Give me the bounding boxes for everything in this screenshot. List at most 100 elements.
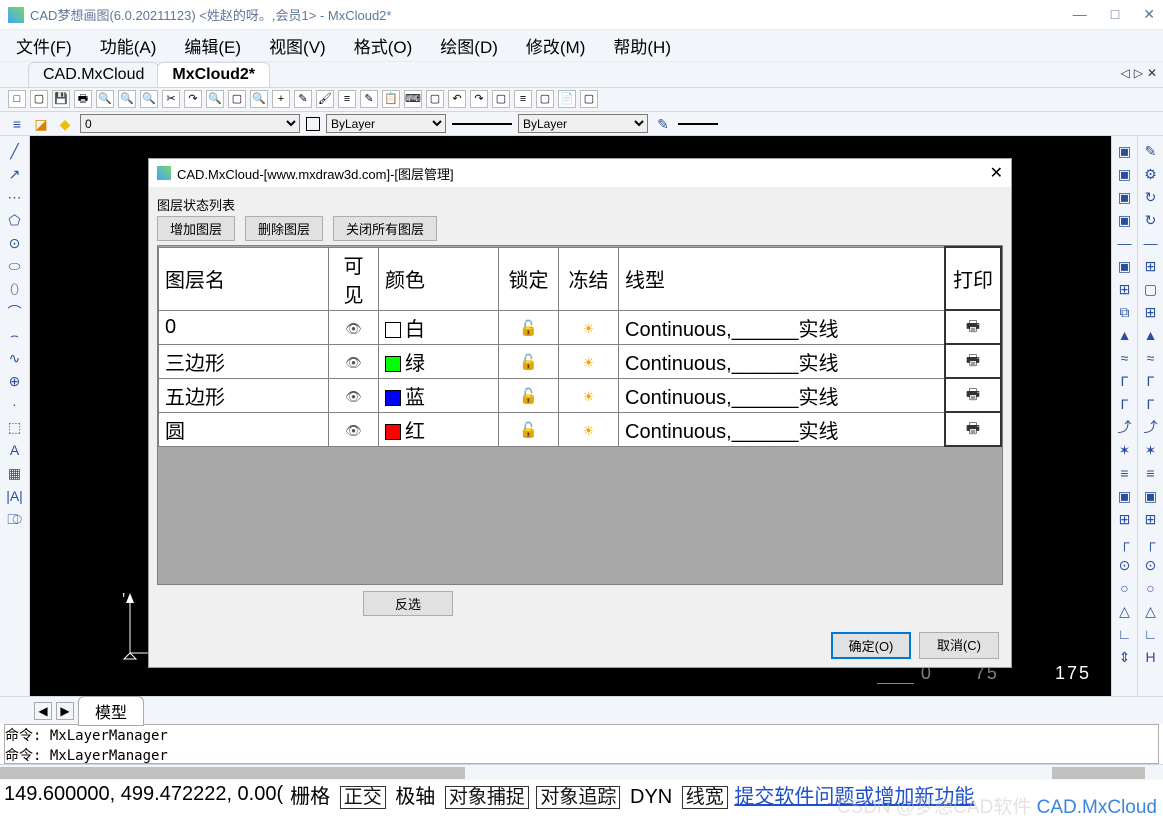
modify-tool-b-15[interactable]: ▣ [1142, 487, 1160, 505]
modify-tool-b-2[interactable]: ↻ [1142, 188, 1160, 206]
layer-row-0[interactable]: 0白Continuous,______实线 [159, 310, 1002, 344]
modify-tool-b-19[interactable]: ○ [1142, 579, 1160, 597]
layout-prev-button[interactable]: ◀ [34, 702, 52, 720]
toolbar-icon-9[interactable]: 🔍 [206, 90, 224, 108]
modify-tool-a-9[interactable]: ≈ [1116, 349, 1134, 367]
layout-tab-model[interactable]: 模型 [78, 696, 144, 726]
modify-tool-a-0[interactable]: ▣ [1116, 142, 1134, 160]
window-close-button[interactable]: ✕ [1143, 6, 1155, 23]
toolbar-icon-19[interactable]: ▢ [426, 90, 444, 108]
draw-tool-2[interactable]: ⋯ [6, 188, 24, 206]
modify-tool-a-17[interactable]: ┌ [1116, 533, 1134, 551]
modify-tool-a-3[interactable]: ▣ [1116, 211, 1134, 229]
draw-tool-15[interactable]: |A| [6, 487, 24, 505]
dialog-close-button[interactable]: ✕ [990, 163, 1003, 183]
cell-linetype[interactable]: Continuous,______实线 [619, 310, 946, 344]
modify-tool-b-11[interactable]: Γ [1142, 395, 1160, 413]
cell-freeze[interactable] [559, 310, 619, 344]
modify-tool-a-7[interactable]: ⧉ [1116, 303, 1134, 321]
toolbar-icon-16[interactable]: ✎ [360, 90, 378, 108]
cell-color[interactable]: 红 [379, 412, 499, 446]
draw-tool-0[interactable]: ╱ [6, 142, 24, 160]
toolbar-icon-20[interactable]: ↶ [448, 90, 466, 108]
col-linetype[interactable]: 线型 [619, 247, 946, 310]
toolbar-icon-13[interactable]: ✎ [294, 90, 312, 108]
draw-tool-14[interactable]: ▦ [6, 464, 24, 482]
modify-tool-a-10[interactable]: Γ [1116, 372, 1134, 390]
toolbar-icon-10[interactable]: ▢ [228, 90, 246, 108]
modify-tool-b-21[interactable]: ∟ [1142, 625, 1160, 643]
cell-name[interactable]: 0 [159, 310, 329, 344]
linetype-select[interactable]: ByLayer [518, 114, 648, 133]
cell-freeze[interactable] [559, 378, 619, 412]
modify-tool-b-10[interactable]: Γ [1142, 372, 1160, 390]
layer-grid[interactable]: 图层名 可见 颜色 锁定 冻结 线型 打印 0白Continuous,_____… [157, 245, 1003, 585]
draw-tool-11[interactable]: · [6, 395, 24, 413]
col-color[interactable]: 颜色 [379, 247, 499, 310]
modify-tool-b-4[interactable]: — [1142, 234, 1160, 252]
cell-name[interactable]: 三边形 [159, 344, 329, 378]
cell-lock[interactable] [499, 412, 559, 446]
cell-linetype[interactable]: Continuous,______实线 [619, 378, 946, 412]
dialog-titlebar[interactable]: CAD.MxCloud-[www.mxdraw3d.com]-[图层管理] ✕ [149, 159, 1011, 187]
draw-tool-8[interactable]: ⌢ [6, 326, 24, 344]
cell-name[interactable]: 圆 [159, 412, 329, 446]
menu-item-6[interactable]: 修改(M) [526, 33, 585, 58]
window-min-button[interactable]: — [1073, 6, 1087, 23]
modify-tool-a-8[interactable]: ▲ [1116, 326, 1134, 344]
ok-button[interactable]: 确定(O) [831, 632, 911, 659]
modify-tool-b-18[interactable]: ⊙ [1142, 556, 1160, 574]
toolbar-icon-0[interactable]: □ [8, 90, 26, 108]
menu-item-3[interactable]: 视图(V) [269, 33, 326, 58]
menu-item-4[interactable]: 格式(O) [354, 33, 413, 58]
toolbar-icon-5[interactable]: 🔍 [118, 90, 136, 108]
add-layer-button[interactable]: 增加图层 [157, 216, 235, 241]
modify-tool-b-7[interactable]: ⊞ [1142, 303, 1160, 321]
modify-tool-a-6[interactable]: ⊞ [1116, 280, 1134, 298]
status-toggle-极轴[interactable]: 极轴 [392, 786, 438, 808]
status-toggle-栅格[interactable]: 栅格 [287, 786, 333, 808]
status-toggle-正交[interactable]: 正交 [340, 786, 386, 809]
cell-lock[interactable] [499, 378, 559, 412]
cell-print[interactable] [945, 310, 1001, 344]
modify-tool-a-15[interactable]: ▣ [1116, 487, 1134, 505]
modify-tool-b-22[interactable]: H [1142, 648, 1160, 666]
menu-item-5[interactable]: 绘图(D) [440, 33, 498, 58]
modify-tool-a-2[interactable]: ▣ [1116, 188, 1134, 206]
col-visible[interactable]: 可见 [329, 247, 379, 310]
tab-nav-2[interactable]: ✕ [1147, 66, 1157, 80]
menu-item-1[interactable]: 功能(A) [100, 33, 157, 58]
toolbar-icon-12[interactable]: + [272, 90, 290, 108]
modify-tool-a-22[interactable]: ⇕ [1116, 648, 1134, 666]
layer-row-3[interactable]: 圆红Continuous,______实线 [159, 412, 1002, 446]
cell-print[interactable] [945, 344, 1001, 378]
cell-name[interactable]: 五边形 [159, 378, 329, 412]
modify-tool-a-14[interactable]: ≡ [1116, 464, 1134, 482]
window-max-button[interactable]: □ [1111, 6, 1119, 23]
menu-item-2[interactable]: 编辑(E) [184, 33, 241, 58]
color-select[interactable]: ByLayer [326, 114, 446, 133]
modify-tool-a-21[interactable]: ∟ [1116, 625, 1134, 643]
modify-tool-b-6[interactable]: ▢ [1142, 280, 1160, 298]
modify-tool-a-5[interactable]: ▣ [1116, 257, 1134, 275]
modify-tool-a-11[interactable]: Γ [1116, 395, 1134, 413]
brush-icon[interactable]: ✎ [654, 115, 672, 133]
cell-print[interactable] [945, 412, 1001, 446]
draw-tool-16[interactable]: ⎄ [6, 510, 24, 528]
modify-tool-a-12[interactable]: ⤴ [1116, 418, 1134, 436]
toolbar-icon-8[interactable]: ↷ [184, 90, 202, 108]
cell-freeze[interactable] [559, 412, 619, 446]
draw-tool-6[interactable]: ⬯ [6, 280, 24, 298]
menu-item-7[interactable]: 帮助(H) [613, 33, 671, 58]
layout-next-button[interactable]: ▶ [56, 702, 74, 720]
toolbar-icon-17[interactable]: 📋 [382, 90, 400, 108]
doc-tab-0[interactable]: CAD.MxCloud [28, 62, 159, 87]
draw-tool-13[interactable]: A [6, 441, 24, 459]
modify-tool-b-0[interactable]: ✎ [1142, 142, 1160, 160]
modify-tool-a-20[interactable]: △ [1116, 602, 1134, 620]
command-window[interactable]: 命令: MxLayerManager命令: MxLayerManager [4, 724, 1159, 764]
draw-tool-9[interactable]: ∿ [6, 349, 24, 367]
col-name[interactable]: 图层名 [159, 247, 329, 310]
modify-tool-a-13[interactable]: ✶ [1116, 441, 1134, 459]
modify-tool-b-3[interactable]: ↻ [1142, 211, 1160, 229]
